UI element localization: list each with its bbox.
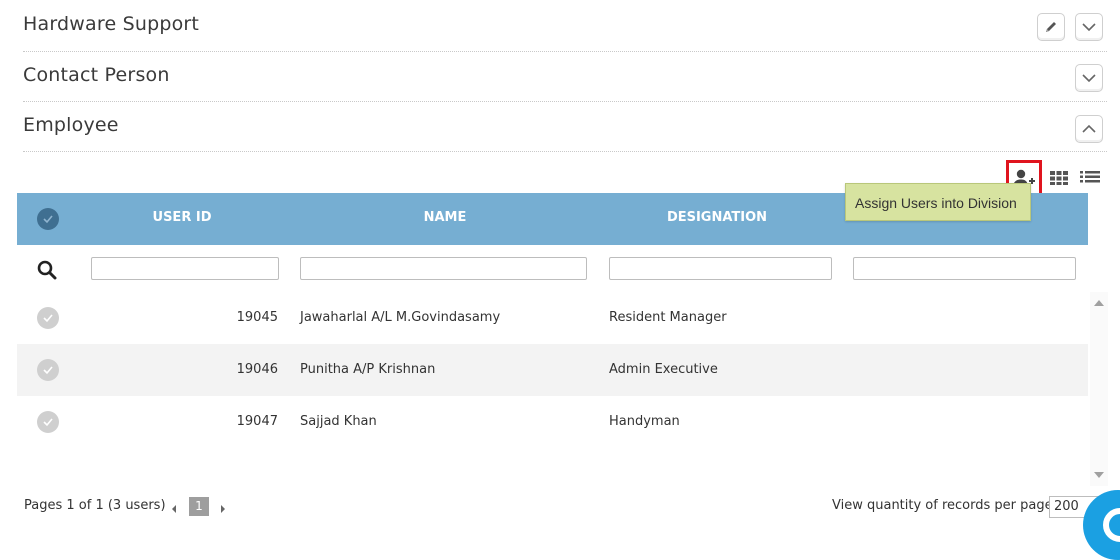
cell-designation: Handyman bbox=[609, 414, 680, 429]
filter-row bbox=[17, 245, 1088, 292]
grid-icon bbox=[1050, 171, 1068, 185]
grid-view-button[interactable] bbox=[1048, 168, 1070, 188]
assign-users-tooltip: Assign Users into Division bbox=[845, 183, 1031, 221]
filter-designation-input[interactable] bbox=[609, 257, 832, 280]
column-header-name[interactable]: NAME bbox=[300, 193, 590, 245]
cell-designation: Resident Manager bbox=[609, 310, 727, 325]
check-icon bbox=[43, 215, 53, 224]
section-title-hardware-support: Hardware Support bbox=[23, 13, 200, 35]
previous-page-arrow[interactable] bbox=[172, 505, 176, 513]
section-title-contact-person: Contact Person bbox=[23, 64, 170, 86]
chevron-down-icon bbox=[1082, 74, 1096, 83]
current-page-button[interactable]: 1 bbox=[189, 497, 209, 516]
edit-button[interactable] bbox=[1037, 13, 1065, 41]
table-row[interactable]: 19045 Jawaharlal A/L M.Govindasamy Resid… bbox=[17, 292, 1088, 344]
scroll-up-arrow[interactable] bbox=[1094, 300, 1104, 306]
column-header-user-id[interactable]: USER ID bbox=[92, 193, 272, 245]
section-title-employee: Employee bbox=[23, 114, 119, 136]
expand-hardware-support-button[interactable] bbox=[1075, 13, 1103, 41]
column-header-designation[interactable]: DESIGNATION bbox=[607, 193, 827, 245]
row-checkbox[interactable] bbox=[37, 307, 59, 329]
table-row[interactable]: 19046 Punitha A/P Krishnan Admin Executi… bbox=[17, 344, 1088, 396]
row-checkbox[interactable] bbox=[37, 411, 59, 433]
cell-designation: Admin Executive bbox=[609, 362, 718, 377]
section-contact-person: Contact Person bbox=[23, 51, 1107, 102]
vertical-scrollbar[interactable] bbox=[1090, 292, 1108, 486]
cell-user-id: 19045 bbox=[236, 310, 278, 325]
list-icon bbox=[1080, 171, 1100, 183]
expand-contact-person-button[interactable] bbox=[1075, 64, 1103, 92]
pages-summary: Pages 1 of 1 (3 users) bbox=[24, 498, 166, 513]
table-row[interactable]: 19047 Sajjad Khan Handyman bbox=[17, 396, 1088, 448]
list-view-button[interactable] bbox=[1078, 168, 1102, 188]
filter-name-input[interactable] bbox=[300, 257, 587, 280]
collapse-employee-button[interactable] bbox=[1075, 115, 1103, 143]
next-page-arrow[interactable] bbox=[221, 505, 225, 513]
records-per-page-label: View quantity of records per page bbox=[832, 498, 1053, 513]
section-employee: Employee bbox=[23, 101, 1107, 152]
chevron-up-icon bbox=[1082, 124, 1096, 133]
cell-user-id: 19047 bbox=[236, 414, 278, 429]
cell-name: Jawaharlal A/L M.Govindasamy bbox=[300, 310, 501, 325]
cell-name: Punitha A/P Krishnan bbox=[300, 362, 436, 377]
section-hardware-support: Hardware Support bbox=[23, 0, 1107, 52]
filter-user-id-input[interactable] bbox=[91, 257, 279, 280]
chevron-down-icon bbox=[1082, 23, 1096, 32]
search-icon bbox=[37, 260, 57, 280]
cell-user-id: 19046 bbox=[236, 362, 278, 377]
select-all-checkbox[interactable] bbox=[37, 208, 59, 230]
pencil-icon bbox=[1046, 22, 1056, 32]
cell-name: Sajjad Khan bbox=[300, 414, 377, 429]
check-icon bbox=[43, 314, 53, 323]
scroll-down-arrow[interactable] bbox=[1094, 472, 1104, 478]
check-icon bbox=[43, 366, 53, 375]
filter-email-input[interactable] bbox=[853, 257, 1076, 280]
check-icon bbox=[43, 418, 53, 427]
row-checkbox[interactable] bbox=[37, 359, 59, 381]
